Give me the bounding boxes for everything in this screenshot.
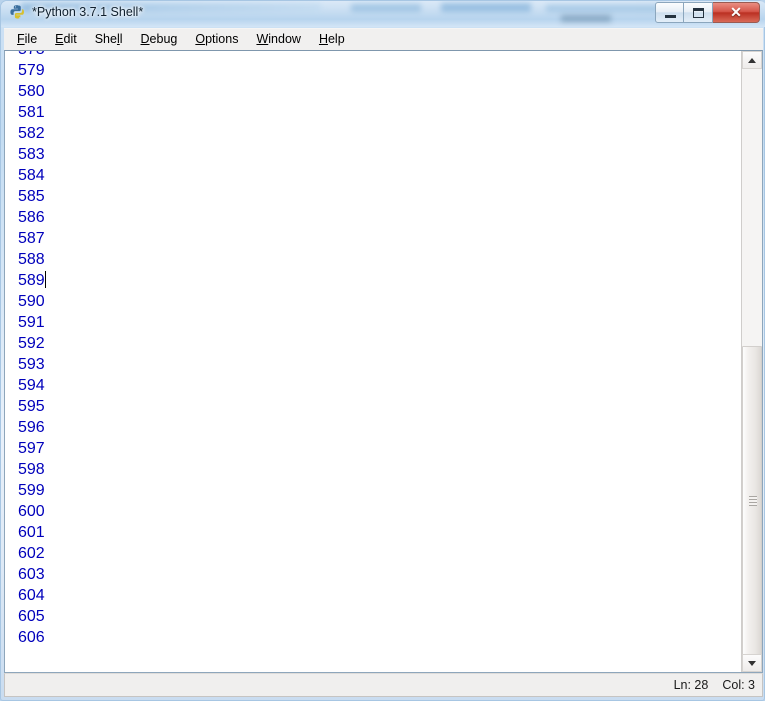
window-title: *Python 3.7.1 Shell* (32, 5, 144, 19)
shell-output-line: 589 (18, 271, 46, 289)
shell-output-line: 598 (18, 461, 45, 478)
shell-output-line: 592 (18, 335, 45, 352)
shell-output-line: 578 (18, 51, 741, 60)
glass-reflection (561, 15, 611, 22)
shell-output-line: 601 (18, 524, 45, 541)
shell-output-line: 579 (18, 62, 45, 79)
shell-output-line: 596 (18, 419, 45, 436)
scrollbar-thumb[interactable] (742, 346, 762, 656)
glass-reflection (546, 5, 666, 12)
scroll-down-arrow-icon (748, 660, 756, 666)
close-icon: ✕ (730, 4, 742, 20)
scroll-up-button[interactable] (742, 51, 762, 69)
scroll-down-button[interactable] (742, 654, 762, 672)
python-logo-icon (10, 5, 24, 19)
shell-output-line: 588 (18, 251, 45, 268)
menu-item-file[interactable]: File (8, 30, 46, 49)
window-controls: ✕ (655, 2, 760, 23)
shell-output-line: 599 (18, 482, 45, 499)
shell-output-line: 581 (18, 104, 45, 121)
menu-item-edit[interactable]: Edit (46, 30, 86, 49)
vertical-scrollbar[interactable] (741, 51, 762, 672)
maximize-button[interactable] (684, 2, 713, 23)
maximize-icon (693, 8, 704, 18)
menu-bar: File Edit Shell Debug Options Window Help (4, 28, 763, 50)
status-line-indicator: Ln: 28 (673, 678, 709, 692)
shell-output-line: 594 (18, 377, 45, 394)
shell-output-line: 597 (18, 440, 45, 457)
title-bar-left-group: *Python 3.7.1 Shell* (10, 4, 143, 20)
shell-output-line: 604 (18, 587, 45, 604)
scrollbar-grip-icon (749, 496, 757, 506)
shell-output-line: 582 (18, 125, 45, 142)
shell-output-line: 595 (18, 398, 45, 415)
shell-output-text[interactable]: 578 579 580 581 582 583 584 585 586 587 588 589 590 5… (5, 51, 741, 672)
minimize-button[interactable] (655, 2, 684, 23)
menu-item-shell[interactable]: Shell (86, 30, 132, 49)
shell-output-line: 585 (18, 188, 45, 205)
status-bar: Ln: 28 Col: 3 (4, 673, 763, 697)
shell-output-line: 584 (18, 167, 45, 184)
shell-output-line: 580 (18, 83, 45, 100)
text-caret (44, 271, 46, 288)
scroll-up-arrow-icon (748, 57, 756, 63)
shell-output-line: 606 (18, 629, 45, 646)
shell-output-line: 586 (18, 209, 45, 226)
minimize-icon (665, 15, 676, 18)
close-button[interactable]: ✕ (713, 2, 760, 23)
shell-output-line: 590 (18, 293, 45, 310)
menu-item-window[interactable]: Window (247, 30, 309, 49)
menu-item-help[interactable]: Help (310, 30, 354, 49)
idle-shell-window: *Python 3.7.1 Shell* ✕ File Edit Shell Debu… (0, 0, 765, 701)
shell-output-line: 587 (18, 230, 45, 247)
shell-output-line: 605 (18, 608, 45, 625)
shell-output-line: 602 (18, 545, 45, 562)
shell-output-line: 591 (18, 314, 45, 331)
menu-item-debug[interactable]: Debug (132, 30, 187, 49)
shell-output-line: 600 (18, 503, 45, 520)
shell-output-line: 583 (18, 146, 45, 163)
status-column-indicator: Col: 3 (722, 678, 755, 692)
shell-text-frame: 578 579 580 581 582 583 584 585 586 587 588 589 590 5… (4, 50, 763, 673)
shell-output-line: 603 (18, 566, 45, 583)
shell-output-line: 593 (18, 356, 45, 373)
glass-reflection (351, 4, 421, 12)
glass-reflection (441, 3, 531, 12)
menu-item-options[interactable]: Options (186, 30, 247, 49)
